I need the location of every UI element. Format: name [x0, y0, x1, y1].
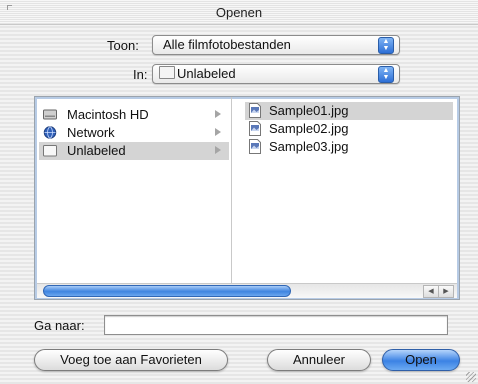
volume-row-macintosh-hd[interactable]: Macintosh HD [39, 106, 229, 124]
horizontal-scrollbar[interactable]: ◀ ▶ [37, 283, 457, 298]
goto-field[interactable] [104, 315, 448, 335]
volume-row-network[interactable]: Network [39, 124, 229, 142]
jpeg-file-icon [249, 139, 261, 154]
volume-label: Network [67, 125, 115, 140]
scroll-right-arrow-icon[interactable]: ▶ [438, 285, 454, 298]
scroll-left-arrow-icon[interactable]: ◀ [423, 285, 439, 298]
popup-arrows-icon: ▲ ▼ [378, 37, 394, 54]
goto-label: Ga naar: [34, 318, 85, 333]
volume-row-unlabeled[interactable]: Unlabeled [39, 142, 229, 160]
location-label: In: [133, 67, 148, 82]
folder-icon [159, 66, 175, 79]
hard-drive-icon [43, 109, 57, 120]
cancel-button[interactable]: Annuleer [267, 349, 371, 371]
files-column[interactable]: Sample01.jpg Sample02.jpg Sample03.jpg [233, 97, 459, 283]
folder-icon [43, 145, 57, 157]
file-row[interactable]: Sample02.jpg [245, 120, 453, 138]
file-row[interactable]: Sample01.jpg [245, 102, 453, 120]
window-title: Openen [215, 5, 263, 20]
volume-label: Unlabeled [67, 143, 126, 158]
file-name: Sample01.jpg [269, 103, 349, 118]
toon-popup-value: Alle filmfotobestanden [163, 37, 291, 52]
add-to-favorites-button[interactable]: Voeg toe aan Favorieten [34, 349, 228, 371]
resize-grip-icon[interactable] [466, 372, 476, 382]
file-name: Sample03.jpg [269, 139, 349, 154]
disclosure-arrow-icon [215, 110, 221, 118]
disclosure-arrow-icon [215, 128, 221, 136]
disclosure-arrow-icon [215, 146, 221, 154]
toon-popup[interactable]: Alle filmfotobestanden ▲ ▼ [152, 35, 400, 55]
jpeg-file-icon [249, 121, 261, 136]
title-bar[interactable]: Openen [0, 0, 478, 25]
file-row[interactable]: Sample03.jpg [245, 138, 453, 156]
open-button[interactable]: Open [382, 349, 460, 371]
jpeg-file-icon [249, 103, 261, 118]
network-globe-icon [43, 126, 57, 139]
popup-arrows-icon: ▲ ▼ [378, 66, 394, 83]
location-popup-value: Unlabeled [177, 66, 236, 81]
location-popup[interactable]: Unlabeled ▲ ▼ [152, 64, 400, 84]
file-name: Sample02.jpg [269, 121, 349, 136]
volume-label: Macintosh HD [67, 107, 149, 122]
file-browser[interactable]: Macintosh HD Network Unlabeled Sample01.… [34, 96, 460, 300]
scrollbar-thumb[interactable] [43, 285, 291, 297]
toon-label: Toon: [107, 38, 139, 53]
volumes-column[interactable]: Macintosh HD Network Unlabeled [35, 97, 232, 283]
